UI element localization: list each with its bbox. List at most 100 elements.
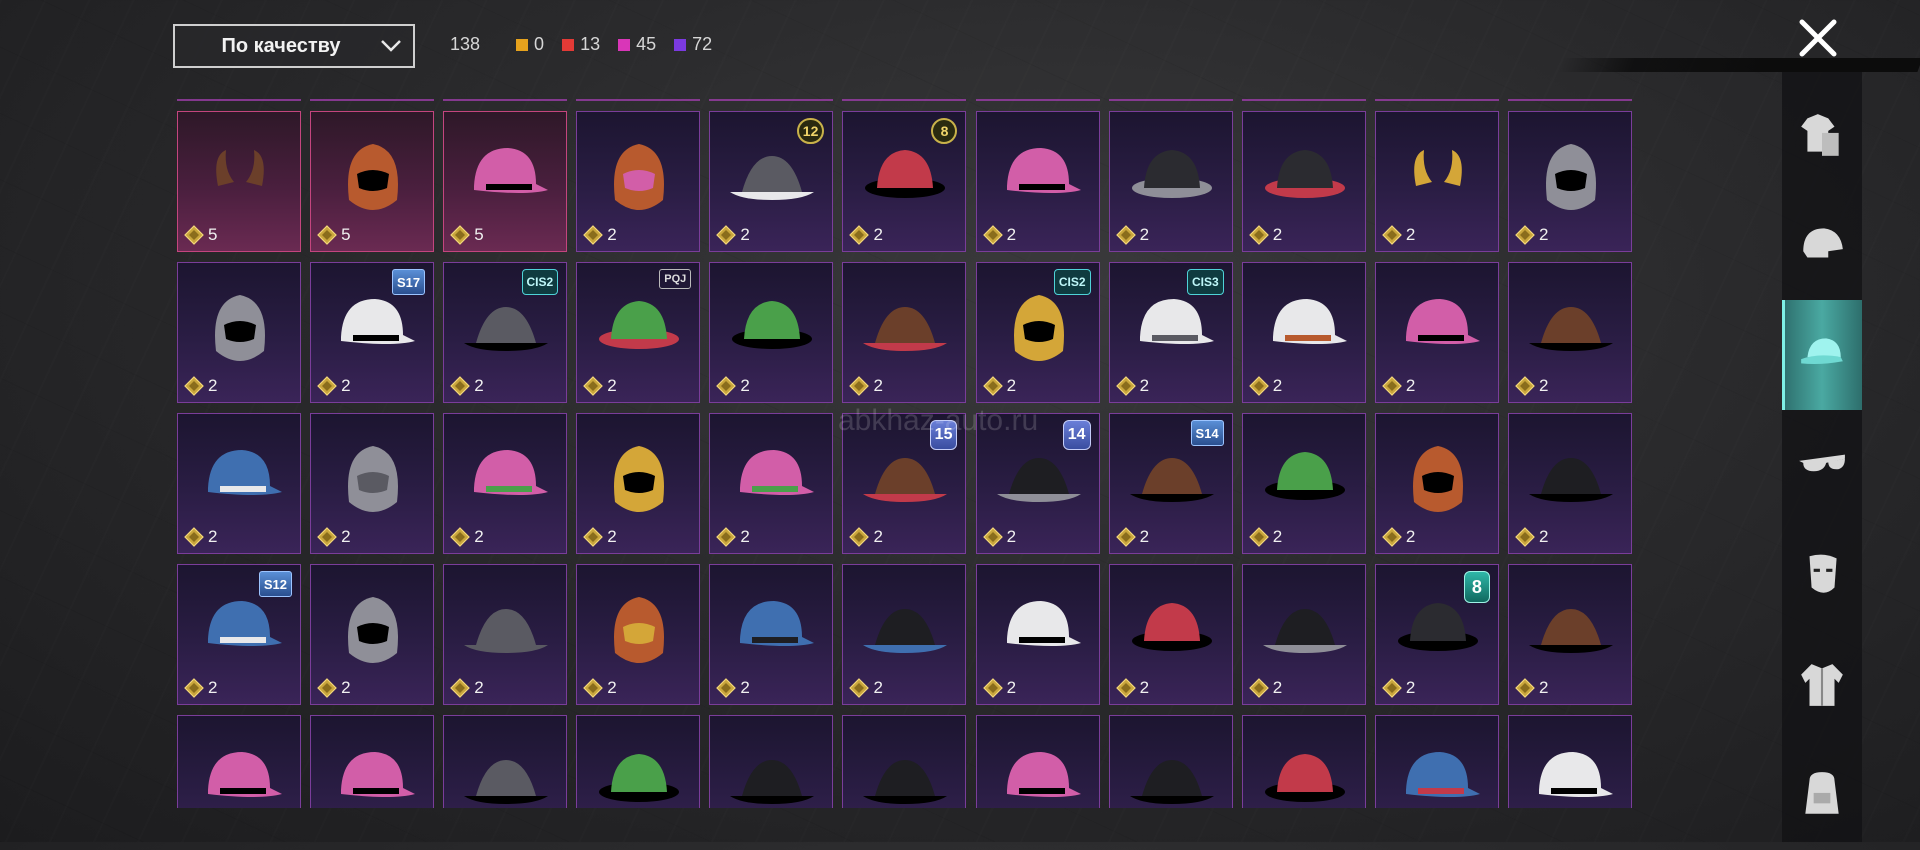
item-badge: CIS3	[1186, 269, 1224, 295]
item-tile[interactable]: 5	[443, 111, 568, 252]
item-tile[interactable]: 2	[1108, 111, 1233, 252]
coin-icon	[849, 527, 870, 547]
item-badge: PQJ	[659, 269, 692, 289]
item-cost: 2	[1115, 678, 1149, 698]
item-tile[interactable]: 2	[1241, 111, 1366, 252]
item-tile[interactable]: 2	[1507, 262, 1632, 403]
green-helmet-icon	[863, 307, 948, 351]
item-tile[interactable]: 5	[177, 111, 301, 252]
item-tile[interactable]: 2	[1241, 564, 1366, 705]
item-tile[interactable]: 2	[1374, 111, 1499, 252]
item-tile[interactable]: CIS2 2	[975, 262, 1100, 403]
item-tile[interactable]: 2	[975, 111, 1100, 252]
item-cost: 2	[849, 376, 883, 396]
red-fedora-icon	[1538, 752, 1613, 797]
coin-icon	[982, 527, 1003, 547]
baseball-cap-icon	[1006, 148, 1081, 193]
close-button[interactable]	[1796, 16, 1840, 60]
item-tile[interactable]: 2	[975, 715, 1100, 808]
item-tile[interactable]: 2	[842, 715, 967, 808]
item-tile[interactable]: 2	[576, 564, 701, 705]
item-cost: 2	[450, 678, 484, 698]
item-cost-value: 2	[1272, 376, 1283, 395]
item-tile[interactable]: 2	[709, 564, 834, 705]
item-cost-value: 2	[607, 225, 617, 244]
item-badge: S12	[258, 571, 292, 597]
item-tile[interactable]: 2	[177, 413, 301, 554]
item-tile[interactable]: 2	[443, 564, 568, 705]
item-tile[interactable]: 2	[1374, 715, 1499, 808]
item-tile[interactable]: 2	[177, 715, 301, 808]
sort-dropdown[interactable]: По качеству	[173, 24, 415, 68]
sidebar-tab-mask[interactable]	[1782, 520, 1862, 630]
coin-icon	[1115, 376, 1136, 396]
item-tile[interactable]: PQJ 2	[576, 262, 701, 403]
item-tile[interactable]: 5	[310, 111, 435, 252]
item-cost: 2	[1515, 527, 1548, 547]
sidebar-tab-backpack[interactable]	[1782, 740, 1862, 850]
item-tile[interactable]: 2	[576, 111, 701, 252]
item-tile[interactable]: 2	[576, 413, 701, 554]
coin-icon	[317, 678, 337, 698]
black-cap-icon	[215, 295, 265, 361]
item-tile[interactable]: 2	[1374, 413, 1499, 554]
racing-helmet-icon	[614, 446, 665, 512]
flat-cap-icon	[1131, 150, 1212, 198]
item-tile[interactable]: 82	[1374, 564, 1499, 705]
item-tile[interactable]: 12 2	[709, 111, 834, 252]
item-cost: 2	[583, 678, 617, 698]
sidebar-tab-glasses[interactable]	[1782, 410, 1862, 520]
item-tile[interactable]: 2	[443, 413, 568, 554]
item-tile[interactable]: S14 2	[1108, 413, 1233, 554]
sidebar-tab-outfit[interactable]	[1782, 80, 1862, 190]
item-tile[interactable]: 2	[310, 564, 435, 705]
item-tile[interactable]: 2	[1108, 564, 1233, 705]
item-tile[interactable]: 82	[842, 111, 967, 252]
item-tile[interactable]: 2	[842, 262, 967, 403]
coin-icon	[849, 225, 870, 245]
item-tile[interactable]: 2	[1241, 715, 1366, 808]
item-tile[interactable]: 2	[709, 715, 834, 808]
item-tile[interactable]: 2	[1507, 564, 1632, 705]
item-tile[interactable]: 2	[1507, 111, 1632, 252]
coin-icon	[317, 376, 337, 396]
item-tile[interactable]: 2	[1241, 413, 1366, 554]
item-cost-value: 2	[474, 376, 484, 395]
item-cost-value: 2	[873, 527, 883, 546]
item-tile[interactable]: 2	[1507, 413, 1632, 554]
item-tile[interactable]: 2	[177, 262, 301, 403]
item-tile[interactable]: 2	[310, 413, 435, 554]
item-cost-value: 2	[1006, 225, 1017, 244]
item-tile[interactable]: CIS2 2	[443, 262, 568, 403]
item-tile[interactable]: 2	[1374, 262, 1499, 403]
item-tile[interactable]: 2	[1507, 715, 1632, 808]
item-tile[interactable]: S12 2	[177, 564, 301, 705]
item-cost-value: 2	[341, 527, 351, 546]
luchador-mask-icon	[1006, 752, 1081, 797]
item-badge: CIS2	[1053, 269, 1091, 295]
sidebar-tab-cap[interactable]	[1782, 300, 1862, 410]
item-tile[interactable]: 2	[443, 715, 568, 808]
item-tile[interactable]: 2	[709, 413, 834, 554]
item-tile[interactable]: S17 2	[310, 262, 435, 403]
item-tile[interactable]: 2	[576, 715, 701, 808]
spiked-helmet-icon	[1412, 446, 1463, 512]
sidebar-tab-jacket[interactable]	[1782, 630, 1862, 740]
item-tile[interactable]: 2	[842, 564, 967, 705]
silver-hair-icon	[599, 301, 680, 349]
item-cost: 2	[184, 527, 217, 547]
item-cost: 2	[982, 225, 1017, 245]
item-tile[interactable]: 2	[310, 715, 435, 808]
item-tile[interactable]: 2	[1241, 262, 1366, 403]
item-tile[interactable]: 2	[709, 262, 834, 403]
sidebar-tab-helmet[interactable]	[1782, 190, 1862, 300]
item-grid-scroll[interactable]: 5 5 5 2 12 2 8 2 2 2 2 2 2 2 S17 2 CIS2 2 PQJ 2 2 2 CIS2 2 CIS3 2…	[177, 97, 1632, 808]
quality-color-square	[516, 38, 529, 51]
item-tile[interactable]: 2	[975, 564, 1100, 705]
cat-headphones-icon	[614, 597, 665, 663]
item-tile[interactable]: CIS3 2	[1108, 262, 1233, 403]
item-badge: S17	[391, 269, 426, 295]
item-tile[interactable]: 2	[1108, 715, 1233, 808]
item-cost: 2	[1248, 678, 1282, 698]
pirate-hat-icon	[863, 609, 948, 653]
